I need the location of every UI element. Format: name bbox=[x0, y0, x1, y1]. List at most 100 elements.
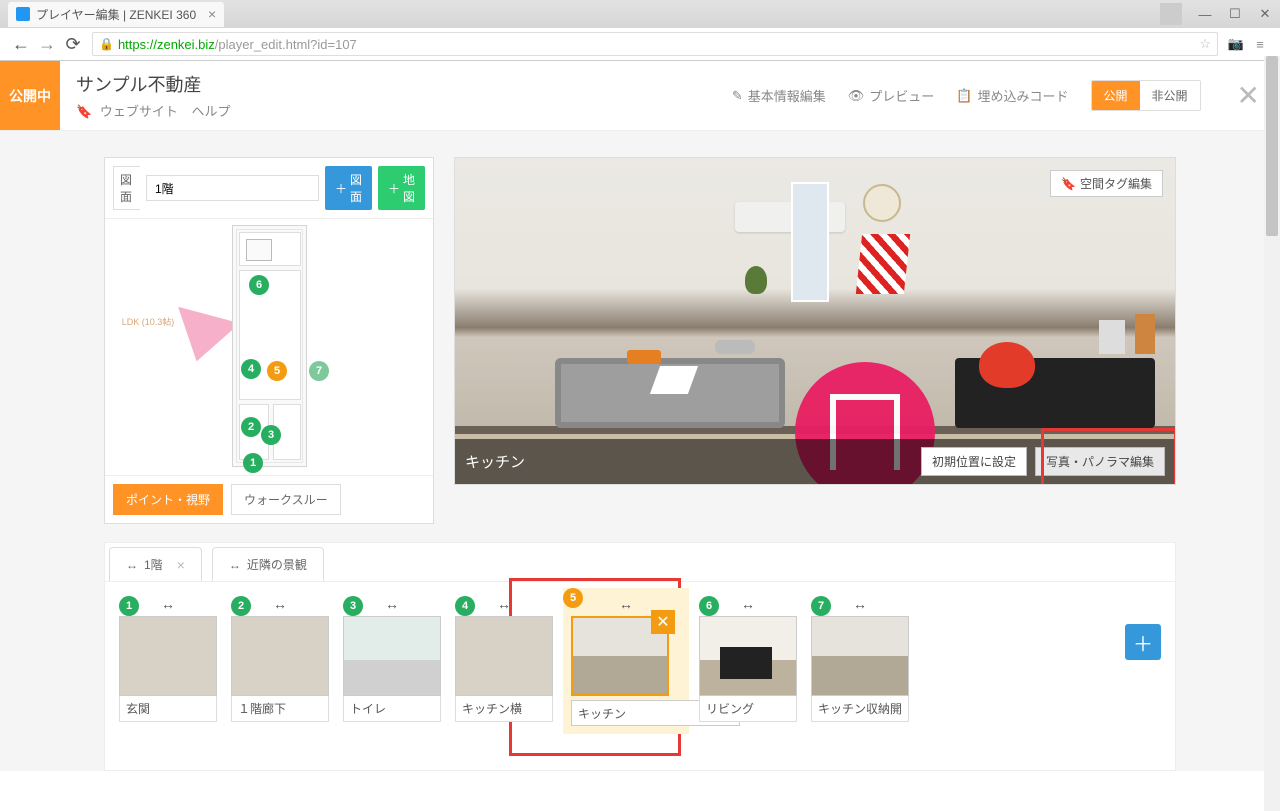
floorplan-marker-6[interactable]: 6 bbox=[249, 275, 269, 295]
profile-avatar-icon[interactable] bbox=[1160, 3, 1182, 25]
thumbnail-image[interactable] bbox=[811, 616, 909, 696]
thumbnail-caption: リビング bbox=[699, 696, 797, 722]
panorama-viewport[interactable] bbox=[455, 158, 1175, 484]
publish-on-button[interactable]: 公開 bbox=[1092, 81, 1140, 110]
page-body: 公開中 サンプル不動産 🔖 ウェブサイト ヘルプ ✎基本情報編集 👁プレビュー … bbox=[0, 61, 1280, 771]
url-input[interactable]: 🔒 https://zenkei.biz/player_edit.html?id… bbox=[92, 32, 1218, 56]
strip-tab-neighbor[interactable]: ↔近隣の景観 bbox=[212, 547, 324, 581]
floorplan-marker-7[interactable]: 7 bbox=[309, 361, 329, 381]
floorplan-marker-4[interactable]: 4 bbox=[241, 359, 261, 379]
thumbnail-image[interactable] bbox=[343, 616, 441, 696]
vertical-scrollbar[interactable] bbox=[1264, 56, 1280, 811]
thumbnail-badge: 5 bbox=[563, 588, 583, 608]
thumbnail-3[interactable]: ↔3トイレ bbox=[343, 596, 441, 722]
action-preview-label: プレビュー bbox=[869, 86, 934, 105]
tag-icon: 🔖 bbox=[76, 104, 92, 119]
forward-icon[interactable]: → bbox=[34, 34, 60, 55]
panorama-footer: キッチン 初期位置に設定 写真・パノラマ編集 bbox=[455, 439, 1175, 484]
thumbnail-4[interactable]: ↔4キッチン横 bbox=[455, 596, 553, 722]
thumbnail-1[interactable]: ↔1玄関 bbox=[119, 596, 217, 722]
page-title: サンプル不動産 bbox=[76, 71, 240, 97]
scene-faucet bbox=[715, 340, 755, 354]
floorplan-marker-5[interactable]: 5 bbox=[267, 361, 287, 381]
copy-icon: 📋 bbox=[956, 88, 972, 104]
camera-extension-icon[interactable]: 📷 bbox=[1224, 36, 1248, 52]
mode-walk-button[interactable]: ウォークスルー bbox=[231, 484, 341, 515]
action-embed-label: 埋め込みコード bbox=[977, 86, 1068, 105]
floorplan-marker-2[interactable]: 2 bbox=[241, 417, 261, 437]
thumbnail-image[interactable] bbox=[699, 616, 797, 696]
action-preview[interactable]: 👁プレビュー bbox=[848, 86, 935, 105]
room-ldk bbox=[239, 270, 301, 400]
plan-name-input[interactable] bbox=[146, 175, 319, 201]
add-plan-button[interactable]: ＋図面 bbox=[325, 166, 372, 210]
browser-tab[interactable]: プレイヤー編集 | ZENKEI 360 × bbox=[8, 2, 224, 27]
plus-icon: ＋ bbox=[335, 180, 347, 197]
reload-icon[interactable]: ⟳ bbox=[60, 34, 86, 55]
top-row: 図面 ＋図面 ＋地図 LDK (10.3帖) 1234567 bbox=[104, 157, 1176, 524]
ldk-label: LDK (10.3帖) bbox=[117, 315, 179, 328]
link-website[interactable]: ウェブサイト bbox=[100, 104, 178, 119]
header-main: サンプル不動産 🔖 ウェブサイト ヘルプ bbox=[60, 61, 256, 130]
strip-tabs: ↔1階× ↔近隣の景観 bbox=[105, 543, 1175, 582]
link-help[interactable]: ヘルプ bbox=[191, 104, 230, 119]
strip-tab-floor1[interactable]: ↔1階× bbox=[109, 547, 202, 581]
floorplan-footer: ポイント・視野 ウォークスルー bbox=[105, 475, 433, 523]
thumbnail-image[interactable] bbox=[119, 616, 217, 696]
thumbnail-7[interactable]: ↔7キッチン収納開 bbox=[811, 596, 909, 722]
eye-icon: 👁 bbox=[848, 88, 865, 104]
scene-plant bbox=[745, 266, 767, 294]
delete-thumbnail-icon[interactable]: ✕ bbox=[651, 610, 675, 634]
scene-clock bbox=[863, 184, 901, 222]
scene-kettle bbox=[979, 342, 1035, 388]
tab-close-icon[interactable]: × bbox=[177, 557, 185, 573]
window-maximize-icon[interactable]: ☐ bbox=[1220, 6, 1250, 22]
content-area: 図面 ＋図面 ＋地図 LDK (10.3帖) 1234567 bbox=[90, 131, 1190, 771]
strip-body: ↔1玄関↔2１階廊下↔3トイレ↔4キッチン横↔5✕↔6リビング↔7キッチン収納開… bbox=[105, 582, 1175, 740]
favicon-icon bbox=[16, 7, 30, 21]
close-icon[interactable]: ✕ bbox=[1237, 79, 1260, 112]
window-minimize-icon[interactable]: ― bbox=[1190, 7, 1220, 22]
thumbnail-badge: 3 bbox=[343, 596, 363, 616]
action-embed[interactable]: 📋 埋め込みコード bbox=[956, 86, 1068, 105]
scrollbar-thumb[interactable] bbox=[1266, 56, 1278, 236]
add-map-button[interactable]: ＋地図 bbox=[378, 166, 425, 210]
thumbnail-5[interactable]: ↔5✕ bbox=[563, 588, 689, 734]
thumbnail-image[interactable] bbox=[455, 616, 553, 696]
tab-close-icon[interactable]: × bbox=[208, 6, 216, 22]
thumbnail-badge: 2 bbox=[231, 596, 251, 616]
thumbnail-6[interactable]: ↔6リビング bbox=[699, 596, 797, 722]
tab-title: プレイヤー編集 | ZENKEI 360 bbox=[36, 6, 196, 23]
thumbnail-caption: １階廊下 bbox=[231, 696, 329, 722]
panorama-actions: 初期位置に設定 写真・パノラマ編集 bbox=[921, 447, 1165, 476]
thumbnail-badge: 1 bbox=[119, 596, 139, 616]
window-close-icon[interactable]: ✕ bbox=[1250, 6, 1280, 22]
publish-off-button[interactable]: 非公開 bbox=[1140, 81, 1200, 110]
add-plan-label: 図面 bbox=[350, 171, 362, 205]
thumbnail-2[interactable]: ↔2１階廊下 bbox=[231, 596, 329, 722]
thumbnail-badge: 4 bbox=[455, 596, 475, 616]
browser-tab-bar: プレイヤー編集 | ZENKEI 360 × ― ☐ ✕ bbox=[0, 0, 1280, 28]
page-header: 公開中 サンプル不動産 🔖 ウェブサイト ヘルプ ✎基本情報編集 👁プレビュー … bbox=[0, 61, 1280, 131]
thumbnail-image[interactable] bbox=[231, 616, 329, 696]
url-host: https://zenkei.biz bbox=[118, 37, 215, 52]
photo-panorama-edit-button[interactable]: 写真・パノラマ編集 bbox=[1035, 447, 1165, 476]
menu-icon[interactable]: ≡ bbox=[1248, 37, 1272, 52]
bookmark-star-icon[interactable]: ☆ bbox=[1199, 36, 1211, 52]
space-tag-edit-button[interactable]: 🔖 空間タグ編集 bbox=[1050, 170, 1163, 197]
space-tag-label: 空間タグ編集 bbox=[1080, 175, 1152, 192]
thumbnail-badge: 7 bbox=[811, 596, 831, 616]
floorplan-marker-3[interactable]: 3 bbox=[261, 425, 281, 445]
bookmark-icon: 🔖 bbox=[1061, 177, 1076, 191]
panorama-panel: 🔖 空間タグ編集 キッチン 初期位置に設定 写真・パノラマ編集 bbox=[454, 157, 1176, 485]
back-icon[interactable]: ← bbox=[8, 34, 34, 55]
scene-timer bbox=[1099, 320, 1125, 354]
set-initial-button[interactable]: 初期位置に設定 bbox=[921, 447, 1027, 476]
action-basic-edit[interactable]: ✎基本情報編集 bbox=[732, 86, 826, 105]
floorplan-canvas[interactable]: LDK (10.3帖) 1234567 bbox=[105, 219, 433, 475]
floorplan-marker-1[interactable]: 1 bbox=[243, 453, 263, 473]
add-thumbnail-button[interactable]: ＋ bbox=[1125, 624, 1161, 660]
scene-window bbox=[791, 182, 829, 302]
mode-point-button[interactable]: ポイント・視野 bbox=[113, 484, 223, 515]
header-actions: ✎基本情報編集 👁プレビュー 📋 埋め込みコード 公開 非公開 ✕ bbox=[732, 61, 1260, 130]
